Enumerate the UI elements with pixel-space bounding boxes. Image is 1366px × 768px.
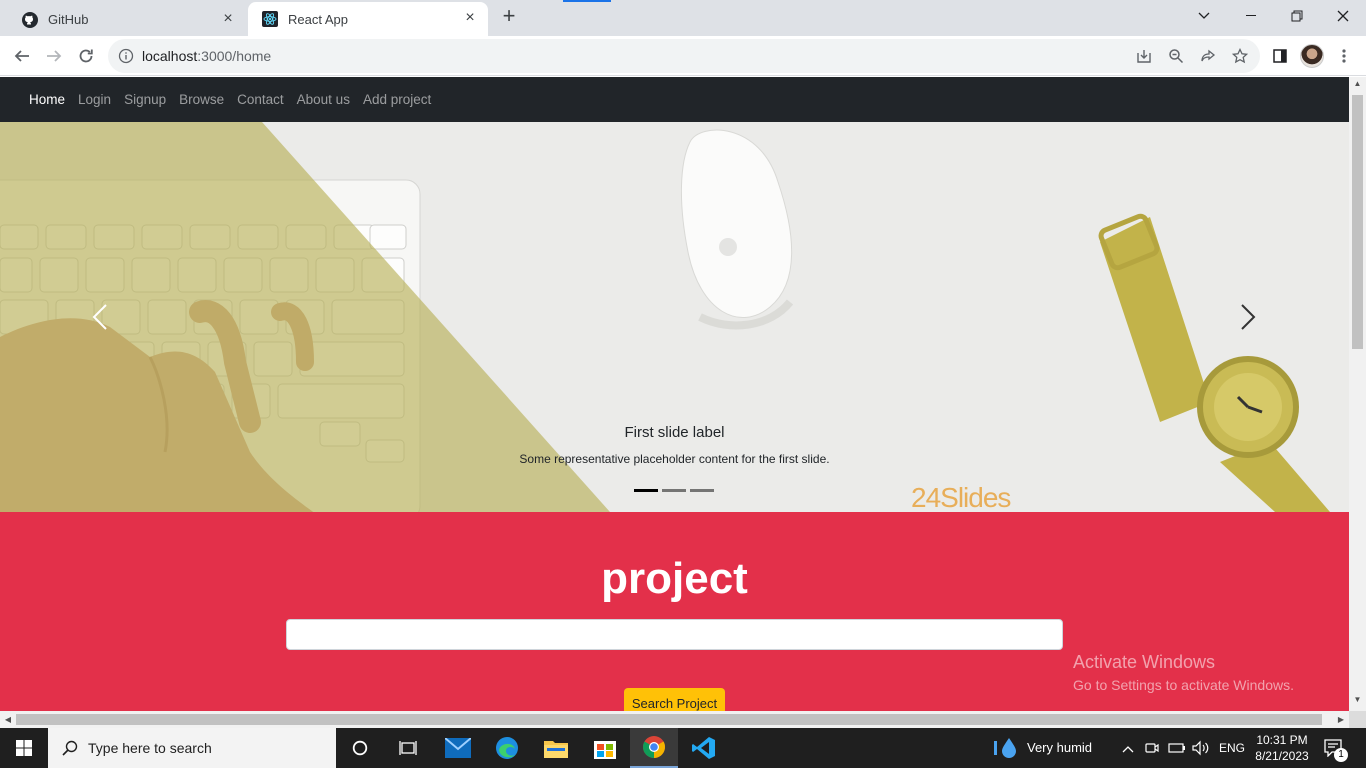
- taskbar-search-box[interactable]: Type here to search: [48, 728, 336, 768]
- search-icon: [62, 740, 78, 756]
- chevron-up-icon[interactable]: [1122, 741, 1134, 759]
- nav-link-add-project[interactable]: Add project: [363, 92, 431, 107]
- clock-date: 8/21/2023: [1255, 749, 1309, 763]
- mail-icon[interactable]: [434, 728, 482, 768]
- hero-carousel: First slide label Some representative pl…: [0, 122, 1349, 512]
- taskbar-search-placeholder: Type here to search: [88, 740, 212, 756]
- tab-react-app[interactable]: React App ×: [248, 2, 488, 36]
- reload-icon[interactable]: [72, 42, 100, 70]
- nav-link-signup[interactable]: Signup: [124, 92, 166, 107]
- windows-logo-icon: [16, 740, 32, 756]
- browser-toolbar: localhost:3000/home: [0, 36, 1366, 76]
- vscode-icon[interactable]: [680, 728, 728, 768]
- scroll-right-icon[interactable]: ▶: [1334, 712, 1348, 727]
- start-button[interactable]: [0, 728, 48, 768]
- forward-icon[interactable]: [40, 42, 68, 70]
- search-project-button[interactable]: Search Project: [624, 688, 725, 711]
- page-viewport: Home Login Signup Browse Contact About u…: [0, 77, 1349, 711]
- battery-icon[interactable]: [1168, 741, 1186, 759]
- back-icon[interactable]: [8, 42, 36, 70]
- volume-icon[interactable]: [1192, 740, 1210, 761]
- carousel-indicator-1[interactable]: [634, 489, 658, 492]
- react-icon: [262, 11, 278, 27]
- caption-title: First slide label: [624, 424, 725, 441]
- scroll-left-icon[interactable]: ◀: [1, 712, 15, 727]
- carousel-prev-button[interactable]: [80, 292, 120, 342]
- vertical-scrollbar[interactable]: ▲ ▼: [1349, 77, 1366, 711]
- carousel-indicators: [634, 489, 714, 492]
- nav-link-login[interactable]: Login: [78, 92, 111, 107]
- close-window-button[interactable]: [1320, 0, 1366, 32]
- new-tab-button[interactable]: +: [497, 5, 521, 29]
- address-bar[interactable]: localhost:3000/home: [108, 39, 1260, 73]
- nav-link-about-us[interactable]: About us: [297, 92, 350, 107]
- activate-windows-title: Activate Windows: [1073, 652, 1216, 672]
- scrollbar-corner: [1349, 711, 1366, 728]
- bookmark-star-icon[interactable]: [1230, 46, 1250, 66]
- file-explorer-icon[interactable]: [532, 728, 580, 768]
- activate-windows-subtitle: Go to Settings to activate Windows.: [1073, 677, 1294, 693]
- url-path: :3000/home: [197, 48, 272, 64]
- edge-browser-icon[interactable]: [483, 728, 531, 768]
- share-icon[interactable]: [1198, 46, 1218, 66]
- windows-taskbar: Type here to search Very humid ENG 10:31…: [0, 728, 1366, 768]
- nav-link-browse[interactable]: Browse: [179, 92, 224, 107]
- vertical-scroll-thumb[interactable]: [1352, 95, 1363, 349]
- profile-avatar[interactable]: [1300, 44, 1324, 68]
- close-icon[interactable]: ×: [462, 10, 478, 26]
- install-icon[interactable]: [1134, 46, 1154, 66]
- side-panel-icon[interactable]: [1266, 42, 1294, 70]
- cortana-icon[interactable]: [336, 728, 384, 768]
- site-navbar: Home Login Signup Browse Contact About u…: [0, 77, 1349, 122]
- url-text: localhost:3000/home: [142, 48, 271, 64]
- carousel-next-button[interactable]: [1228, 292, 1268, 342]
- tab-title: React App: [288, 11, 348, 27]
- caption-text: Some representative placeholder content …: [519, 452, 830, 466]
- horizontal-scrollbar[interactable]: ◀ ▶: [0, 711, 1349, 728]
- chrome-icon[interactable]: [630, 728, 678, 768]
- restore-button[interactable]: [1274, 0, 1320, 32]
- close-icon[interactable]: ×: [220, 11, 236, 27]
- project-title: project: [601, 554, 748, 603]
- meet-now-icon[interactable]: [1145, 740, 1159, 761]
- nav-link-contact[interactable]: Contact: [237, 92, 284, 107]
- info-icon[interactable]: [118, 48, 134, 64]
- carousel-indicator-2[interactable]: [662, 489, 686, 492]
- github-icon: [22, 11, 38, 28]
- chevron-left-icon: [92, 304, 107, 330]
- project-search-input[interactable]: [286, 619, 1063, 650]
- taskbar-clock[interactable]: 10:31 PM 8/21/2023: [1244, 732, 1320, 764]
- carousel-indicator-3[interactable]: [690, 489, 714, 492]
- weather-icon[interactable]: [994, 737, 1020, 764]
- minimize-button[interactable]: [1228, 0, 1274, 32]
- tab-search-icon[interactable]: [1181, 0, 1227, 32]
- store-icon[interactable]: [581, 728, 629, 768]
- tab-github[interactable]: GitHub ×: [8, 3, 246, 36]
- menu-kebab-icon[interactable]: [1330, 42, 1358, 70]
- weather-text[interactable]: Very humid: [1027, 740, 1092, 755]
- loading-indicator: [563, 0, 611, 2]
- notification-badge: 1: [1334, 748, 1348, 762]
- scroll-up-icon[interactable]: ▲: [1349, 79, 1366, 93]
- nav-link-home[interactable]: Home: [29, 92, 65, 107]
- brand-watermark: 24Slides: [911, 482, 1011, 512]
- tab-title: GitHub: [48, 12, 89, 27]
- activate-windows-notice: Activate Windows Go to Settings to activ…: [1073, 652, 1294, 693]
- scroll-down-icon[interactable]: ▼: [1349, 695, 1366, 709]
- language-indicator[interactable]: ENG: [1219, 741, 1245, 755]
- url-host: localhost: [142, 48, 198, 64]
- task-view-icon[interactable]: [384, 728, 432, 768]
- chevron-right-icon: [1241, 304, 1256, 330]
- zoom-icon[interactable]: [1166, 46, 1186, 66]
- clock-time: 10:31 PM: [1256, 733, 1308, 747]
- horizontal-scroll-thumb[interactable]: [16, 714, 1322, 725]
- browser-tabstrip: GitHub × React App × +: [0, 0, 1366, 36]
